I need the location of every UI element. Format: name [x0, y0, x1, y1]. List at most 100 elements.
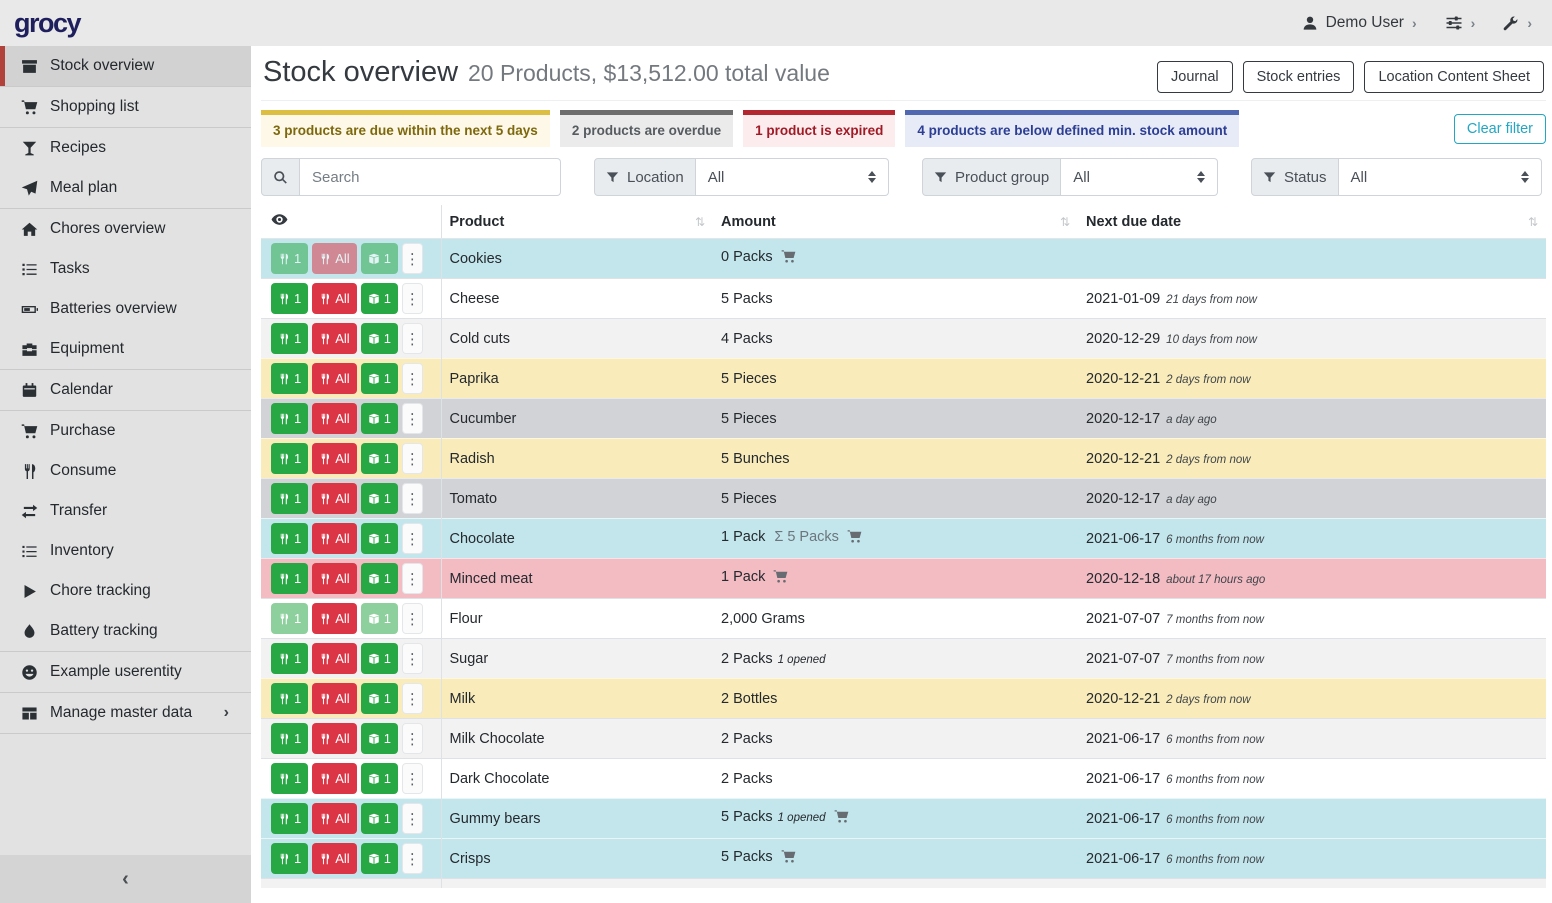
shopping-cart-icon[interactable]: [847, 532, 862, 548]
clear-filter-button[interactable]: Clear filter: [1454, 114, 1546, 144]
open-one-button[interactable]: 1: [361, 523, 398, 554]
banner-info[interactable]: 4 products are below defined min. stock …: [905, 110, 1239, 147]
search-input[interactable]: [300, 158, 561, 196]
open-one-button[interactable]: 1: [361, 403, 398, 434]
row-more-button[interactable]: ⋮: [402, 403, 423, 434]
journal-button[interactable]: Journal: [1157, 61, 1233, 93]
due-date-column-header[interactable]: Next due date⇅: [1078, 205, 1546, 239]
row-more-button[interactable]: ⋮: [402, 443, 423, 474]
consume-all-button[interactable]: All: [312, 683, 356, 714]
location-filter-select[interactable]: All: [696, 158, 889, 196]
settings-menu[interactable]: ›: [1445, 14, 1476, 32]
consume-one-button[interactable]: 1: [271, 403, 308, 434]
status-filter-select[interactable]: All: [1339, 158, 1542, 196]
consume-one-button[interactable]: 1: [271, 803, 308, 834]
consume-all-button[interactable]: All: [312, 363, 356, 394]
shopping-cart-icon[interactable]: [834, 812, 849, 828]
eye-icon[interactable]: [271, 211, 288, 228]
open-one-button[interactable]: 1: [361, 363, 398, 394]
open-one-button[interactable]: 1: [361, 563, 398, 594]
open-one-button[interactable]: 1: [361, 803, 398, 834]
open-one-button[interactable]: 1: [361, 843, 398, 874]
consume-all-button[interactable]: All: [312, 843, 356, 874]
open-one-button[interactable]: 1: [361, 763, 398, 794]
sidebar-item-stock-overview[interactable]: Stock overview: [0, 46, 251, 86]
sidebar-item-recipes[interactable]: Recipes: [0, 128, 251, 168]
sidebar-collapse-button[interactable]: ‹: [0, 855, 251, 903]
sidebar-item-chores-overview[interactable]: Chores overview: [0, 209, 251, 249]
sidebar-item-equipment[interactable]: Equipment: [0, 329, 251, 369]
consume-all-button[interactable]: All: [312, 803, 356, 834]
open-one-button[interactable]: 1: [361, 283, 398, 314]
banner-danger[interactable]: 1 product is expired: [743, 110, 895, 147]
consume-one-button[interactable]: 1: [271, 763, 308, 794]
row-more-button[interactable]: ⋮: [402, 243, 423, 274]
consume-one-button[interactable]: 1: [271, 243, 308, 274]
row-more-button[interactable]: ⋮: [402, 603, 423, 634]
open-one-button[interactable]: 1: [361, 243, 398, 274]
sidebar-item-inventory[interactable]: Inventory: [0, 531, 251, 571]
consume-one-button[interactable]: 1: [271, 283, 308, 314]
consume-all-button[interactable]: All: [312, 643, 356, 674]
consume-all-button[interactable]: All: [312, 763, 356, 794]
consume-one-button[interactable]: 1: [271, 683, 308, 714]
admin-menu[interactable]: ›: [1503, 15, 1532, 31]
shopping-cart-icon[interactable]: [781, 852, 796, 868]
row-more-button[interactable]: ⋮: [402, 523, 423, 554]
sidebar-item-example-userentity[interactable]: Example userentity: [0, 652, 251, 692]
consume-all-button[interactable]: All: [312, 323, 356, 354]
product-group-filter-select[interactable]: All: [1061, 158, 1218, 196]
banner-secondary[interactable]: 2 products are overdue: [560, 110, 733, 147]
consume-one-button[interactable]: 1: [271, 563, 308, 594]
open-one-button[interactable]: 1: [361, 483, 398, 514]
sidebar-item-purchase[interactable]: Purchase: [0, 411, 251, 451]
stock-entries-button[interactable]: Stock entries: [1243, 61, 1355, 93]
grocy-logo[interactable]: grocy: [14, 8, 80, 39]
amount-column-header[interactable]: Amount⇅: [713, 205, 1078, 239]
consume-all-button[interactable]: All: [312, 523, 356, 554]
consume-one-button[interactable]: 1: [271, 363, 308, 394]
open-one-button[interactable]: 1: [361, 603, 398, 634]
row-more-button[interactable]: ⋮: [402, 563, 423, 594]
sidebar-item-manage-master-data[interactable]: Manage master data›: [0, 693, 251, 733]
open-one-button[interactable]: 1: [361, 723, 398, 754]
sidebar-item-transfer[interactable]: Transfer: [0, 491, 251, 531]
row-more-button[interactable]: ⋮: [402, 763, 423, 794]
row-more-button[interactable]: ⋮: [402, 643, 423, 674]
shopping-cart-icon[interactable]: [773, 572, 788, 588]
sidebar-item-batteries-overview[interactable]: Batteries overview: [0, 289, 251, 329]
row-more-button[interactable]: ⋮: [402, 723, 423, 754]
row-more-button[interactable]: ⋮: [402, 683, 423, 714]
open-one-button[interactable]: 1: [361, 443, 398, 474]
row-more-button[interactable]: ⋮: [402, 323, 423, 354]
sidebar-item-tasks[interactable]: Tasks: [0, 249, 251, 289]
row-more-button[interactable]: ⋮: [402, 843, 423, 874]
sidebar-item-chore-tracking[interactable]: Chore tracking: [0, 571, 251, 611]
consume-all-button[interactable]: All: [312, 283, 356, 314]
consume-all-button[interactable]: All: [312, 403, 356, 434]
consume-one-button[interactable]: 1: [271, 723, 308, 754]
sidebar-item-calendar[interactable]: Calendar: [0, 370, 251, 410]
consume-one-button[interactable]: 1: [271, 843, 308, 874]
open-one-button[interactable]: 1: [361, 323, 398, 354]
open-one-button[interactable]: 1: [361, 643, 398, 674]
consume-all-button[interactable]: All: [312, 563, 356, 594]
sidebar-item-meal-plan[interactable]: Meal plan: [0, 168, 251, 208]
product-column-header[interactable]: Product⇅: [441, 205, 713, 239]
consume-all-button[interactable]: All: [312, 483, 356, 514]
sidebar-item-shopping-list[interactable]: Shopping list: [0, 87, 251, 127]
location-content-sheet-button[interactable]: Location Content Sheet: [1364, 61, 1544, 93]
consume-all-button[interactable]: All: [312, 603, 356, 634]
sidebar-item-consume[interactable]: Consume: [0, 451, 251, 491]
consume-one-button[interactable]: 1: [271, 643, 308, 674]
row-more-button[interactable]: ⋮: [402, 483, 423, 514]
consume-all-button[interactable]: All: [312, 243, 356, 274]
row-more-button[interactable]: ⋮: [402, 363, 423, 394]
consume-all-button[interactable]: All: [312, 443, 356, 474]
row-more-button[interactable]: ⋮: [402, 283, 423, 314]
consume-one-button[interactable]: 1: [271, 523, 308, 554]
user-menu[interactable]: Demo User ›: [1302, 14, 1417, 32]
consume-one-button[interactable]: 1: [271, 483, 308, 514]
consume-one-button[interactable]: 1: [271, 443, 308, 474]
shopping-cart-icon[interactable]: [781, 252, 796, 268]
